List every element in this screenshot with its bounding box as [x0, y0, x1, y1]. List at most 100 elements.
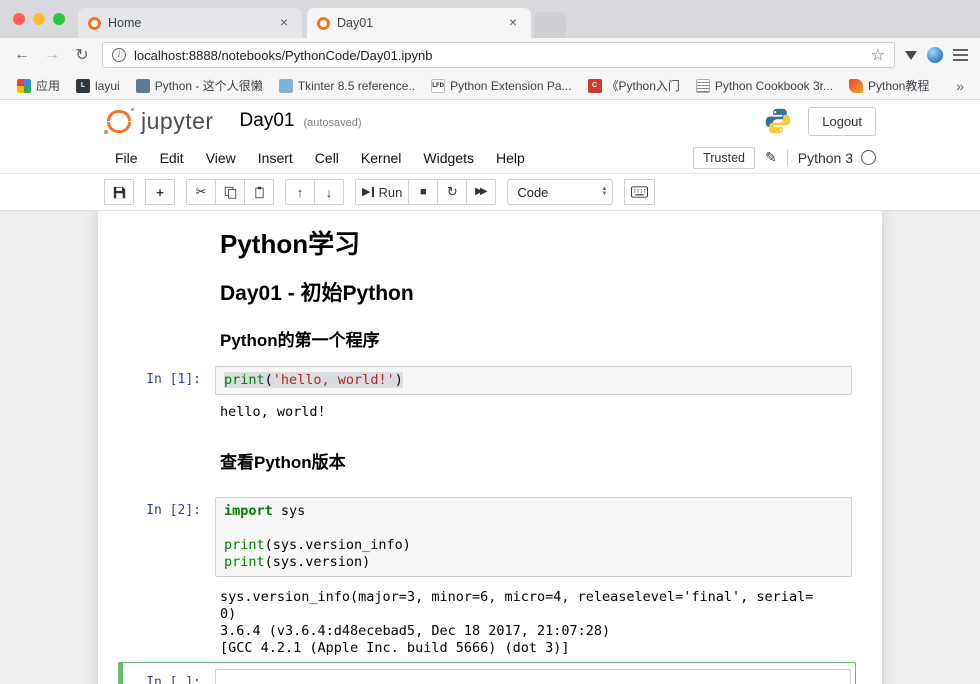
- bookmark-label: Python Extension Pa...: [450, 79, 571, 93]
- jupyter-header: jupyter Day01 (autosaved) Logout: [0, 100, 980, 142]
- notebook-container: Python学习 Day01 - 初始Python Python的第一个程序 I…: [98, 211, 882, 684]
- interrupt-kernel-button[interactable]: ■: [408, 179, 438, 205]
- add-cell-button[interactable]: +: [145, 179, 175, 205]
- cell-type-value: Code: [517, 185, 548, 200]
- bookmark-python-blog[interactable]: Python - 这个人很懒: [129, 74, 270, 97]
- logout-button[interactable]: Logout: [808, 107, 876, 136]
- markdown-cell-day01[interactable]: Day01 - 初始Python: [215, 281, 882, 306]
- floppy-icon: [113, 186, 126, 199]
- edit-mode-bar: [118, 662, 123, 684]
- jupyter-favicon-icon: [317, 17, 330, 30]
- heading-day01: Day01 - 初始Python: [220, 281, 847, 306]
- cell-type-select[interactable]: Code ▲▼: [507, 179, 613, 205]
- heading-first-program: Python的第一个程序: [220, 330, 847, 351]
- restart-kernel-button[interactable]: ↻: [437, 179, 467, 205]
- command-palette-button[interactable]: [624, 179, 655, 205]
- copy-icon: [224, 186, 237, 199]
- move-cell-down-button[interactable]: ↓: [314, 179, 344, 205]
- bookmark-python-intro[interactable]: C 《Python入门: [581, 74, 687, 97]
- address-bar[interactable]: i localhost:8888/notebooks/PythonCode/Da…: [102, 42, 895, 68]
- selected-empty-cell[interactable]: In [ ]:: [118, 662, 856, 684]
- forward-icon[interactable]: →: [42, 46, 62, 64]
- trusted-button[interactable]: Trusted: [693, 147, 755, 169]
- menu-widgets[interactable]: Widgets: [412, 150, 485, 166]
- page-info-icon[interactable]: i: [112, 48, 126, 62]
- bookmark-apps[interactable]: 应用: [10, 74, 67, 97]
- output-text: hello, world!: [215, 404, 852, 421]
- markdown-cell-title[interactable]: Python学习: [215, 229, 882, 259]
- bookmarks-overflow-icon[interactable]: »: [950, 78, 970, 94]
- code-cell-2[interactable]: In [2]: import sys print(sys.version_inf…: [98, 497, 882, 577]
- menu-edit[interactable]: Edit: [149, 150, 195, 166]
- code-line: [224, 520, 843, 537]
- code-token-string: 'hello, world!': [273, 372, 395, 388]
- bookmark-label: Python教程: [868, 77, 929, 94]
- tab-title: Home: [108, 16, 269, 30]
- minimize-window-button[interactable]: [33, 13, 45, 25]
- markdown-cell-first-program[interactable]: Python的第一个程序: [215, 330, 882, 351]
- tab-title: Day01: [337, 16, 498, 30]
- code-input-2[interactable]: import sys print(sys.version_info) print…: [215, 497, 852, 577]
- new-tab-button[interactable]: [534, 12, 566, 38]
- bookmark-label: 应用: [36, 77, 60, 94]
- save-button[interactable]: [104, 179, 134, 205]
- lfd-favicon-icon: LFD: [431, 79, 445, 93]
- browser-menu-icon[interactable]: [953, 49, 968, 61]
- back-icon[interactable]: ←: [12, 46, 32, 64]
- menu-help[interactable]: Help: [485, 150, 536, 166]
- jupyter-wordmark[interactable]: jupyter: [141, 108, 214, 135]
- tab-strip: Home × Day01 ×: [0, 0, 980, 38]
- jupyter-logo-icon[interactable]: [104, 108, 134, 135]
- close-window-button[interactable]: [13, 13, 25, 25]
- reload-icon[interactable]: ↻: [72, 45, 92, 65]
- copy-cell-button[interactable]: [215, 179, 245, 205]
- bookmark-star-icon[interactable]: ☆: [871, 45, 885, 65]
- traffic-lights: [13, 13, 65, 25]
- paste-icon: [253, 186, 266, 199]
- code-input-1[interactable]: print('hello, world!'): [215, 366, 852, 395]
- menu-cell[interactable]: Cell: [304, 150, 350, 166]
- tab-close-icon[interactable]: ×: [505, 15, 521, 31]
- extension-triangle-icon[interactable]: [905, 51, 917, 60]
- extension-globe-icon[interactable]: [927, 47, 943, 63]
- autosave-status: (autosaved): [303, 117, 361, 129]
- bookmarks-bar: 应用 L layui Python - 这个人很懒 Tkinter 8.5 re…: [0, 72, 980, 100]
- layui-favicon-icon: L: [76, 79, 90, 93]
- restart-run-all-button[interactable]: ▶▶: [466, 179, 496, 205]
- cut-cell-button[interactable]: ✂: [186, 179, 216, 205]
- output-prompt: [98, 404, 215, 421]
- tab-close-icon[interactable]: ×: [276, 15, 292, 31]
- paste-cell-button[interactable]: [244, 179, 274, 205]
- menu-kernel[interactable]: Kernel: [350, 150, 412, 166]
- restart-icon: ↻: [447, 184, 458, 200]
- bookmark-label: Python Cookbook 3r...: [715, 79, 833, 93]
- feather-favicon-icon: [849, 79, 863, 93]
- select-arrows-icon: ▲▼: [601, 187, 607, 197]
- keyboard-icon: [631, 186, 648, 198]
- code-line: print(sys.version): [224, 554, 843, 571]
- url-text: localhost:8888/notebooks/PythonCode/Day0…: [134, 48, 863, 63]
- markdown-cell-version[interactable]: 查看Python版本: [215, 452, 882, 473]
- run-cell-button[interactable]: ▶ Run: [355, 179, 409, 205]
- notebook-title[interactable]: Day01: [240, 110, 295, 132]
- code-input-3[interactable]: [215, 669, 851, 684]
- code-line: print('hello, world!'): [224, 372, 843, 389]
- menu-view[interactable]: View: [195, 150, 247, 166]
- bookmark-tkinter[interactable]: Tkinter 8.5 reference..: [272, 76, 422, 96]
- tab-home[interactable]: Home ×: [78, 8, 302, 38]
- tab-day01[interactable]: Day01 ×: [307, 8, 531, 38]
- run-bar-icon: [372, 187, 374, 197]
- bookmark-python-tutorial[interactable]: Python教程: [842, 74, 936, 97]
- zoom-window-button[interactable]: [53, 13, 65, 25]
- bookmark-python-extensions[interactable]: LFD Python Extension Pa...: [424, 76, 578, 96]
- bookmark-python-cookbook[interactable]: Python Cookbook 3r...: [689, 76, 840, 96]
- move-cell-up-button[interactable]: ↑: [285, 179, 315, 205]
- bookmark-layui[interactable]: L layui: [69, 76, 127, 96]
- code-cell-1[interactable]: In [1]: print('hello, world!'): [98, 366, 882, 395]
- browser-window: Home × Day01 × ← → ↻ i localhost:8888/no…: [0, 0, 980, 684]
- menu-insert[interactable]: Insert: [247, 150, 304, 166]
- arrow-down-icon: ↓: [326, 185, 333, 200]
- kernel-idle-icon: [861, 150, 876, 165]
- python-logo-icon: [764, 107, 792, 135]
- menu-file[interactable]: File: [104, 150, 149, 166]
